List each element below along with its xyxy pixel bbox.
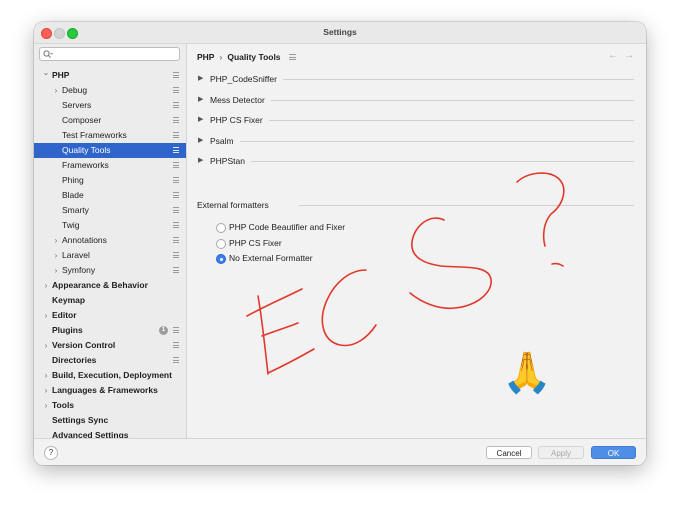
ecs-handwriting (246, 172, 565, 375)
folded-hands-emoji: 🙏 (502, 351, 552, 395)
handwritten-annotation: 🙏 (246, 172, 565, 395)
